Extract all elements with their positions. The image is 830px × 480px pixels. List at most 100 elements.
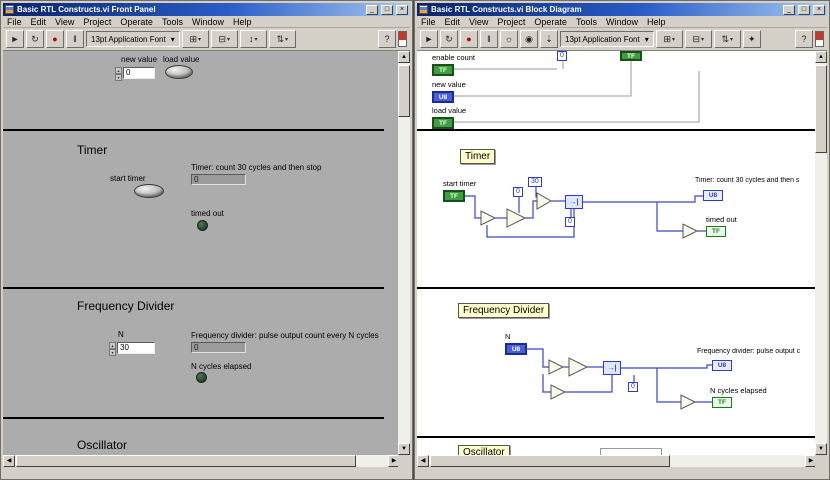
scroll-left-button[interactable]: ◀ [417, 455, 429, 467]
menu-view[interactable]: View [469, 17, 488, 27]
horizontal-scrollbar[interactable]: ◀ ▶ [3, 455, 400, 467]
zero-constant[interactable]: 0 [557, 51, 567, 61]
n-terminal[interactable]: U8 [505, 343, 527, 355]
timed-out-led[interactable] [197, 220, 208, 231]
chevron-down-icon: ▾ [285, 36, 289, 43]
pulse-output-indicator[interactable]: U8 [712, 360, 732, 371]
close-button[interactable]: × [396, 4, 408, 15]
feedback-node-icon[interactable]: →| [565, 195, 583, 209]
top-boolean-terminal[interactable]: TF [620, 51, 642, 61]
menu-help[interactable]: Help [233, 17, 252, 27]
thirty-constant[interactable]: 30 [528, 177, 542, 187]
clean-up-diagram-button[interactable]: ✦ [742, 30, 761, 48]
frequency-divider-value-display[interactable]: 0 [191, 342, 246, 353]
freq-nodes[interactable] [548, 357, 697, 410]
timer-count-indicator[interactable]: U8 [703, 190, 723, 201]
resize-objects-button[interactable]: ↕ ▾ [239, 30, 267, 48]
zero-constant[interactable]: 0 [565, 217, 575, 227]
step-into-button[interactable]: ⇣ [540, 30, 558, 48]
start-timer-button[interactable] [134, 184, 164, 198]
vertical-scrollbar[interactable]: ▲ ▼ [398, 51, 410, 455]
menu-tools[interactable]: Tools [162, 17, 183, 27]
vertical-scrollbar[interactable]: ▲ ▼ [815, 51, 827, 455]
feedback-node-icon[interactable]: →| [603, 361, 621, 375]
timed-out-indicator[interactable]: TF [706, 226, 726, 237]
spin-down-icon[interactable]: ▾ [109, 349, 116, 356]
zero-constant[interactable]: 0 [628, 382, 638, 392]
pause-button[interactable]: ‖ [480, 30, 498, 48]
menu-help[interactable]: Help [647, 17, 666, 27]
vertical-scroll-thumb[interactable] [815, 65, 827, 153]
front-panel-titlebar[interactable]: Basic RTL Constructs.vi Front Panel _ □ … [3, 3, 410, 16]
scroll-down-button[interactable]: ▼ [398, 443, 410, 455]
font-selector[interactable]: 13pt Application Font ▾ [86, 31, 180, 47]
start-timer-terminal[interactable]: TF [443, 190, 465, 202]
menu-edit[interactable]: Edit [31, 17, 47, 27]
scroll-down-button[interactable]: ▼ [815, 443, 827, 455]
oscillator-node[interactable] [600, 448, 662, 455]
load-value-terminal[interactable]: TF [432, 117, 454, 129]
front-panel-canvas[interactable]: new value ▴ ▾ 0 load value Timer start t… [3, 51, 400, 455]
load-value-button[interactable] [165, 65, 193, 79]
menu-tools[interactable]: Tools [576, 17, 597, 27]
new-value-spinner[interactable]: ▴ ▾ [115, 67, 122, 81]
close-button[interactable]: × [813, 4, 825, 15]
menu-window[interactable]: Window [606, 17, 638, 27]
abort-button[interactable]: ● [460, 30, 478, 48]
run-continuous-button[interactable]: ↻ [26, 30, 44, 48]
menu-window[interactable]: Window [192, 17, 224, 27]
pause-button[interactable]: ‖ [66, 30, 84, 48]
reorder-objects-button[interactable]: ⇅ ▾ [713, 30, 741, 48]
n-cycles-elapsed-indicator[interactable]: TF [712, 397, 732, 408]
retain-wire-values-button[interactable]: ◉ [520, 30, 538, 48]
timer-value-display[interactable]: 0 [191, 174, 246, 185]
timer-section-label[interactable]: Timer [460, 149, 496, 164]
frequency-divider-section-label[interactable]: Frequency Divider [458, 303, 550, 318]
maximize-button[interactable]: □ [381, 4, 393, 15]
n-spinner[interactable]: ▴ ▾ [109, 342, 116, 356]
menu-file[interactable]: File [7, 17, 22, 27]
n-cycles-elapsed-led[interactable] [196, 372, 207, 383]
run-continuous-button[interactable]: ↻ [440, 30, 458, 48]
abort-button[interactable]: ● [46, 30, 64, 48]
horizontal-scroll-thumb[interactable] [430, 455, 670, 467]
enable-count-terminal[interactable]: TF [432, 64, 454, 76]
oscillator-section-label[interactable]: Oscillator [458, 445, 510, 455]
menu-project[interactable]: Project [497, 17, 525, 27]
highlight-execution-button[interactable]: ☼ [500, 30, 518, 48]
maximize-button[interactable]: □ [798, 4, 810, 15]
run-button[interactable]: ► [6, 30, 24, 48]
menu-edit[interactable]: Edit [445, 17, 461, 27]
spin-up-icon[interactable]: ▴ [115, 67, 122, 74]
menu-operate[interactable]: Operate [120, 17, 153, 27]
help-button[interactable]: ? [795, 30, 813, 48]
menu-file[interactable]: File [421, 17, 436, 27]
horizontal-scrollbar[interactable]: ◀ ▶ [417, 455, 817, 467]
distribute-objects-button[interactable]: ⊟ ▾ [684, 30, 712, 48]
block-diagram-canvas[interactable]: enable count TF new value U8 load value … [417, 51, 817, 455]
font-selector[interactable]: 13pt Application Font ▾ [560, 31, 654, 47]
align-objects-button[interactable]: ⊞ ▾ [655, 30, 683, 48]
reorder-objects-button[interactable]: ⇅ ▾ [268, 30, 296, 48]
zero-constant[interactable]: 0 [513, 187, 523, 197]
new-value-input[interactable]: 0 [123, 67, 155, 79]
menu-project[interactable]: Project [83, 17, 111, 27]
spin-down-icon[interactable]: ▾ [115, 74, 122, 81]
menu-view[interactable]: View [55, 17, 74, 27]
new-value-terminal[interactable]: U8 [432, 91, 454, 103]
n-input[interactable]: 30 [117, 342, 155, 354]
horizontal-scroll-thumb[interactable] [16, 455, 356, 467]
minimize-button[interactable]: _ [783, 4, 795, 15]
spin-up-icon[interactable]: ▴ [109, 342, 116, 349]
minimize-button[interactable]: _ [366, 4, 378, 15]
scroll-up-button[interactable]: ▲ [398, 51, 410, 63]
vertical-scroll-thumb[interactable] [398, 65, 410, 117]
block-diagram-titlebar[interactable]: Basic RTL Constructs.vi Block Diagram _ … [417, 3, 827, 16]
menu-operate[interactable]: Operate [534, 17, 567, 27]
distribute-objects-button[interactable]: ⊟ ▾ [210, 30, 238, 48]
run-button[interactable]: ► [420, 30, 438, 48]
scroll-left-button[interactable]: ◀ [3, 455, 15, 467]
help-button[interactable]: ? [378, 30, 396, 48]
align-objects-button[interactable]: ⊞ ▾ [181, 30, 209, 48]
scroll-up-button[interactable]: ▲ [815, 51, 827, 63]
